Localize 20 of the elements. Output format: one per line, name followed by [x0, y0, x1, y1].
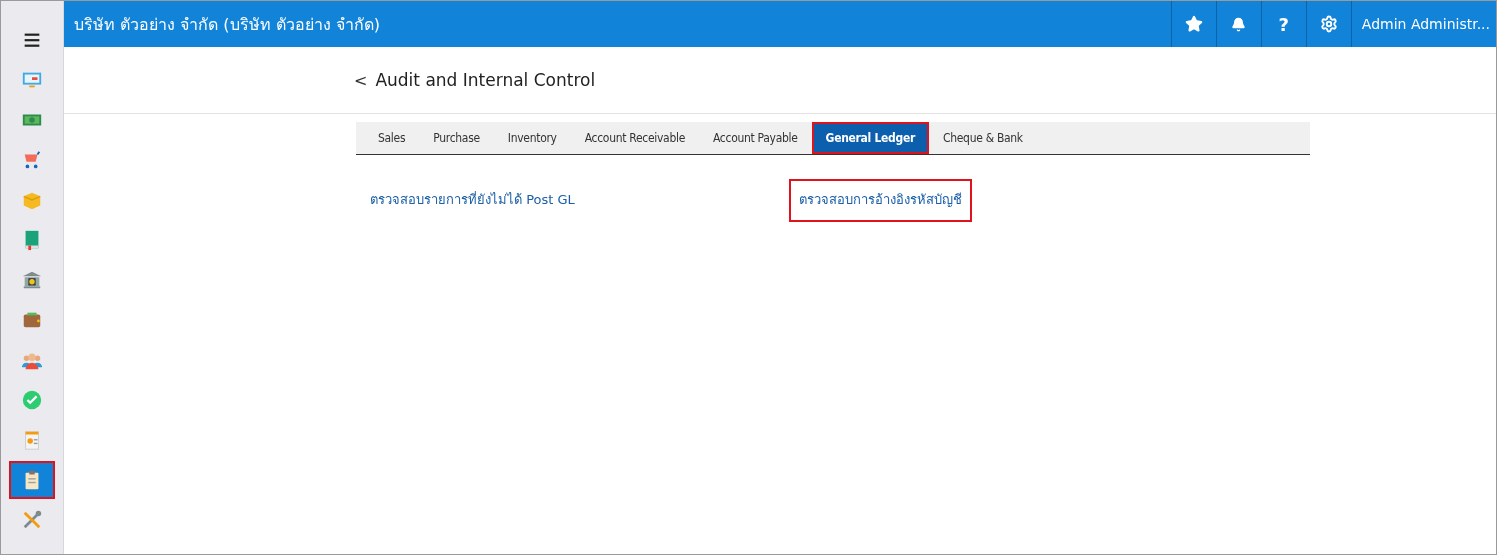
bell-icon — [1231, 16, 1247, 32]
tab[interactable]: Account Receivable — [570, 122, 699, 154]
tab[interactable]: Cheque & Bank — [928, 122, 1037, 154]
star-icon — [1184, 15, 1203, 33]
tab[interactable]: Inventory — [493, 122, 571, 154]
settings-icon — [1319, 15, 1338, 33]
help-button[interactable]: ? — [1260, 1, 1306, 47]
tab[interactable]: Purchase — [419, 122, 494, 154]
tools-icon — [21, 509, 43, 531]
report-link[interactable]: ตรวจสอบการอ้างอิงรหัสบัญชี — [789, 179, 972, 222]
page-title: Audit and Internal Control — [375, 70, 596, 90]
back-link[interactable]: < — [354, 70, 368, 90]
tab[interactable]: Account Payable — [699, 122, 812, 154]
user-menu[interactable]: Admin Administr... — [1350, 1, 1496, 47]
company-title: บริษัท ตัวอย่าง จำกัด (บริษัท ตัวอย่าง จำกัด) — [73, 13, 381, 36]
tab[interactable]: Sales — [356, 122, 420, 154]
bank-icon — [21, 269, 43, 291]
check-circle-icon — [21, 389, 43, 411]
tab[interactable]: General Ledger — [811, 122, 929, 154]
report-link[interactable]: ตรวจสอบรายการที่ยังไม่ได้ Post GL — [360, 179, 585, 222]
